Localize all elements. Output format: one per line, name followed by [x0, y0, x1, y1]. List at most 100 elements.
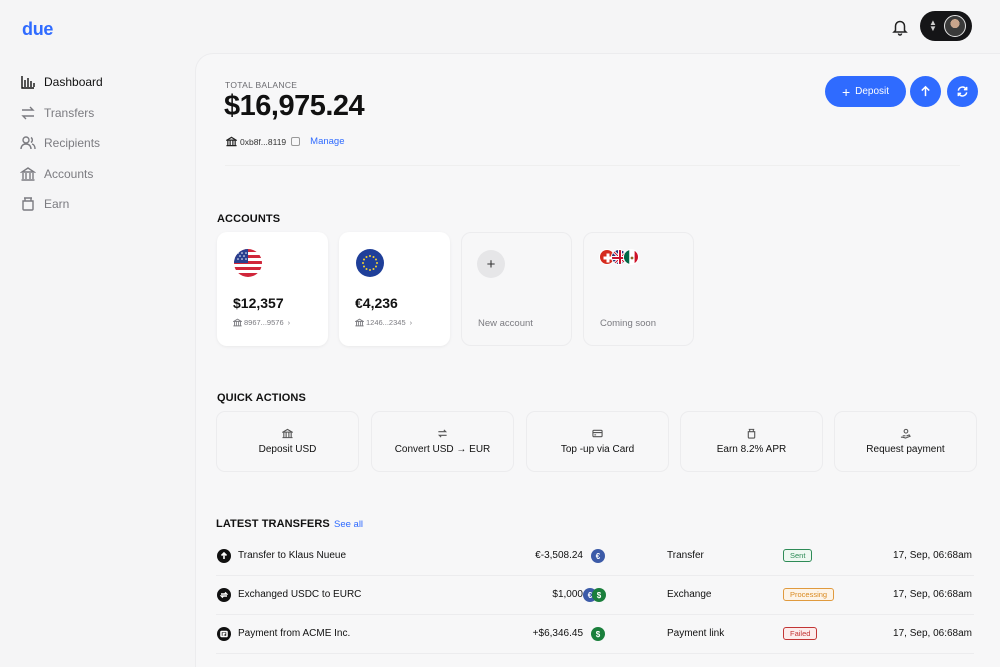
quick-action-label: Convert USD → EUR: [394, 444, 491, 455]
notifications-button[interactable]: [891, 18, 909, 36]
deposit-label: Deposit: [855, 86, 890, 97]
account-number-text: 8967...9576: [244, 318, 284, 327]
us-flag-icon: [234, 249, 262, 277]
new-account-label: New account: [478, 318, 533, 329]
card-icon: [592, 429, 603, 438]
chevron-right-icon: ›: [287, 318, 291, 327]
see-all-link[interactable]: See all: [334, 519, 363, 530]
transfer-time: 17, Sep, 06:68am: [893, 550, 972, 561]
sidebar-item-label: Accounts: [44, 166, 94, 181]
transfer-amount: €-3,508.24: [535, 550, 583, 561]
app-logo[interactable]: due: [22, 19, 53, 40]
avatar: [944, 15, 966, 37]
quick-action-label: Earn 8.2% APR: [716, 444, 787, 455]
transfer-type: Exchange: [667, 589, 712, 600]
exchange-button[interactable]: [947, 76, 978, 107]
balance-label: TOTAL BALANCE: [225, 80, 298, 90]
account-card-usd[interactable]: $12,357 8967...9576 ›: [217, 232, 328, 346]
bank-icon: [233, 318, 242, 327]
user-menu-button[interactable]: ▲ ▼: [920, 11, 972, 41]
plus-icon: +: [477, 250, 505, 278]
transfer-description: Exchanged USDC to EURC: [238, 589, 362, 600]
transfer-time: 17, Sep, 06:68am: [893, 628, 972, 639]
users-icon: [20, 136, 36, 150]
bar-chart-icon: [21, 76, 35, 89]
hand-coin-icon: [900, 428, 911, 439]
status-badge: Failed: [783, 627, 818, 640]
quick-action-label: Top -up via Card: [560, 444, 635, 455]
swap-icon: [437, 429, 448, 438]
balance-value: $16,975.24: [224, 90, 365, 122]
table-row[interactable]: Exchanged USDC to EURC $1,000 € $ Exchan…: [216, 576, 974, 615]
plus-icon: +: [841, 83, 851, 100]
wallet-address-row: 0xb8f...8119 Manage: [226, 136, 345, 147]
coming-soon-flags: [599, 249, 639, 265]
table-row[interactable]: Transfer to Klaus Nueue €-3,508.24 € Tra…: [216, 537, 974, 576]
bank-icon: [226, 136, 237, 147]
mx-flag-icon: [623, 249, 639, 265]
transfer-time: 17, Sep, 06:68am: [893, 589, 972, 600]
quick-actions-title: QUICK ACTIONS: [217, 392, 306, 404]
quick-action-request-payment[interactable]: Request payment: [834, 411, 977, 472]
account-card-eur[interactable]: €4,236 1246...2345 ›: [339, 232, 450, 346]
coming-soon-card: Coming soon: [583, 232, 694, 346]
bank-icon: [282, 428, 293, 439]
send-button[interactable]: [910, 76, 941, 107]
quick-action-label: Deposit USD: [258, 444, 317, 455]
deposit-button[interactable]: + Deposit: [825, 76, 906, 107]
sidebar-item-label: Dashboard: [44, 75, 103, 90]
transfer-amount: $1,000: [552, 589, 583, 600]
euro-currency-icon: €: [591, 549, 605, 563]
dollar-currency-icon: $: [592, 588, 606, 602]
bank-icon: [20, 166, 36, 181]
sidebar-item-label: Recipients: [44, 136, 101, 151]
quick-action-topup-card[interactable]: Top -up via Card: [526, 411, 669, 472]
arrows-icon: [21, 106, 35, 120]
sidebar-item-label: Earn: [44, 197, 70, 212]
arrow-up-icon: [921, 85, 930, 97]
transfer-description: Payment from ACME Inc.: [238, 628, 351, 639]
account-number: 8967...9576 ›: [233, 318, 290, 327]
account-number: 1246...2345 ›: [355, 318, 412, 327]
sidebar-item-dashboard[interactable]: Dashboard: [20, 67, 103, 98]
sidebar-item-recipients[interactable]: Recipients: [20, 128, 103, 159]
transfer-amount: +$6,346.45: [532, 628, 583, 639]
exchange-icon: [217, 588, 231, 602]
quick-action-earn[interactable]: Earn 8.2% APR: [680, 411, 823, 472]
chevron-right-icon: ›: [409, 318, 413, 327]
quick-action-deposit-usd[interactable]: Deposit USD: [216, 411, 359, 472]
account-number-text: 1246...2345: [366, 318, 406, 327]
sidebar-item-transfers[interactable]: Transfers: [20, 98, 103, 129]
account-amount: $12,357: [233, 295, 284, 311]
jar-icon: [22, 197, 34, 211]
sidebar-item-label: Transfers: [44, 105, 95, 120]
payment-link-icon: [217, 627, 231, 641]
coming-soon-label: Coming soon: [600, 318, 656, 329]
refresh-icon: [957, 86, 968, 97]
copy-icon[interactable]: [291, 137, 301, 146]
eu-flag-icon: [356, 249, 384, 277]
table-row[interactable]: Payment from ACME Inc. +$6,346.45 $ Paym…: [216, 615, 974, 654]
chevron-updown-icon: ▲ ▼: [929, 18, 937, 33]
arrow-up-icon: [217, 549, 231, 563]
sidebar-item-accounts[interactable]: Accounts: [20, 159, 103, 190]
sidebar-nav: Dashboard Transfers Recipients Accounts …: [20, 67, 103, 220]
manage-link[interactable]: Manage: [310, 136, 344, 147]
quick-action-convert[interactable]: Convert USD → EUR: [371, 411, 514, 472]
transfers-title: LATEST TRANSFERS: [216, 518, 330, 530]
sidebar-item-earn[interactable]: Earn: [20, 189, 103, 220]
new-account-card[interactable]: + New account: [461, 232, 572, 346]
divider: [225, 165, 960, 166]
bank-icon: [355, 318, 364, 327]
accounts-title: ACCOUNTS: [217, 213, 281, 225]
jar-icon: [747, 428, 756, 439]
transfer-type: Transfer: [667, 550, 704, 561]
transfer-type: Payment link: [667, 628, 725, 639]
sidebar: due Dashboard Transfers Recipients Accou…: [0, 0, 195, 667]
transfer-description: Transfer to Klaus Nueue: [238, 550, 347, 561]
quick-action-label: Request payment: [866, 444, 945, 455]
account-amount: €4,236: [355, 295, 398, 311]
bell-icon: [892, 20, 908, 36]
dollar-currency-icon: $: [591, 627, 605, 641]
status-badge: Sent: [783, 549, 813, 562]
